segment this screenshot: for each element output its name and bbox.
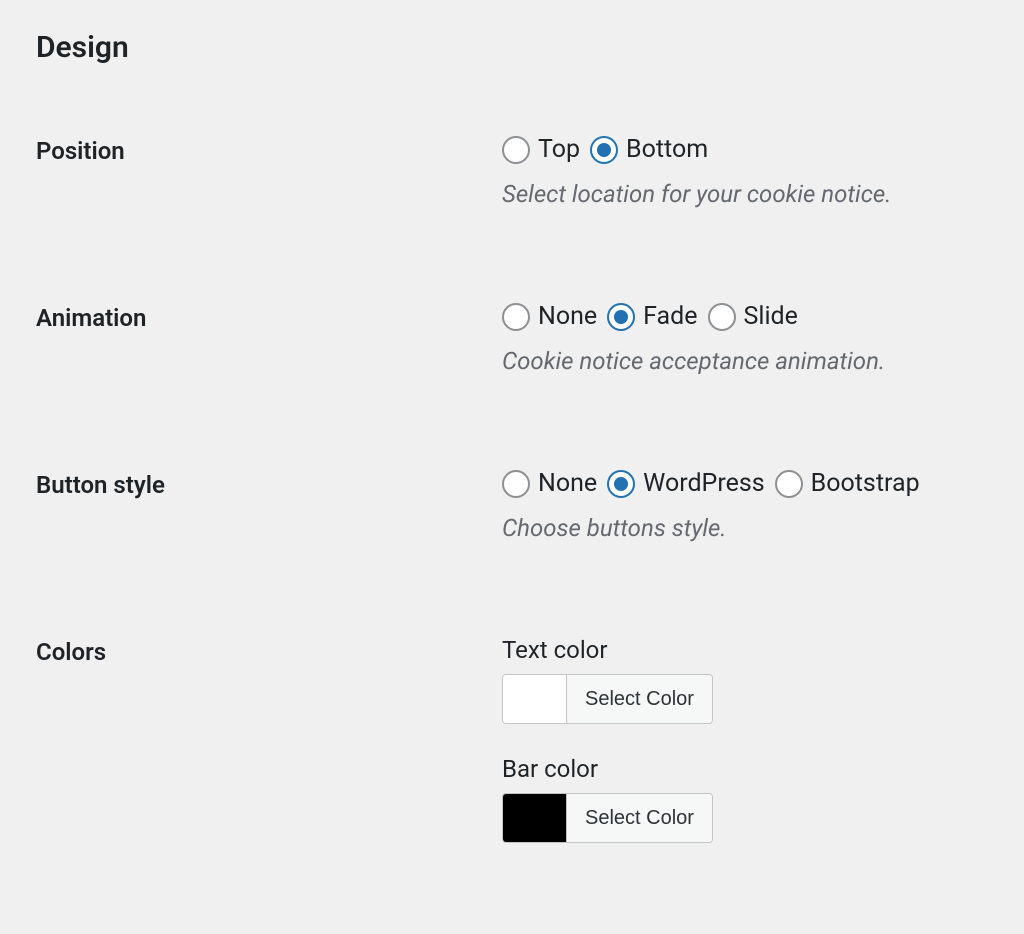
radio-group-position: Top Bottom — [502, 135, 988, 164]
radio-icon — [590, 136, 618, 164]
radio-option-animation-slide[interactable]: Slide — [708, 302, 798, 331]
label-position: Position — [36, 135, 502, 212]
description-animation: Cookie notice acceptance animation. — [502, 343, 988, 379]
radio-option-button-style-bootstrap[interactable]: Bootstrap — [775, 469, 920, 498]
radio-option-position-bottom[interactable]: Bottom — [590, 135, 708, 164]
radio-icon — [502, 470, 530, 498]
description-button-style: Choose buttons style. — [502, 510, 988, 546]
radio-label-top: Top — [538, 135, 580, 164]
content-button-style: None WordPress Bootstrap Choose buttons … — [502, 469, 988, 546]
label-button-style: Button style — [36, 469, 502, 546]
row-animation: Animation None Fade Slide Cookie notice … — [36, 302, 988, 379]
content-animation: None Fade Slide Cookie notice acceptance… — [502, 302, 988, 379]
color-picker-text: Select Color — [502, 674, 713, 724]
color-swatch-text[interactable] — [503, 675, 567, 723]
radio-group-button-style: None WordPress Bootstrap — [502, 469, 988, 498]
content-position: Top Bottom Select location for your cook… — [502, 135, 988, 212]
radio-option-button-style-wordpress[interactable]: WordPress — [607, 469, 764, 498]
select-color-button-bar[interactable]: Select Color — [567, 794, 712, 842]
color-swatch-bar[interactable] — [503, 794, 567, 842]
description-position: Select location for your cookie notice. — [502, 176, 988, 212]
radio-label-slide: Slide — [744, 302, 798, 331]
radio-label-none: None — [538, 469, 597, 498]
radio-label-fade: Fade — [643, 302, 697, 331]
row-button-style: Button style None WordPress Bootstrap Ch… — [36, 469, 988, 546]
radio-option-position-top[interactable]: Top — [502, 135, 580, 164]
content-colors: Text color Select Color Bar color Select… — [502, 636, 988, 874]
row-colors: Colors Text color Select Color Bar color… — [36, 636, 988, 874]
color-field-bar: Bar color Select Color — [502, 755, 988, 846]
radio-group-animation: None Fade Slide — [502, 302, 988, 331]
radio-icon — [607, 303, 635, 331]
bar-color-label: Bar color — [502, 755, 988, 783]
color-field-text: Text color Select Color — [502, 636, 988, 727]
label-animation: Animation — [36, 302, 502, 379]
text-color-label: Text color — [502, 636, 988, 664]
radio-label-bottom: Bottom — [626, 135, 708, 164]
label-colors: Colors — [36, 636, 502, 874]
radio-option-button-style-none[interactable]: None — [502, 469, 597, 498]
radio-icon — [708, 303, 736, 331]
radio-label-wordpress: WordPress — [643, 469, 764, 498]
select-color-button-text[interactable]: Select Color — [567, 675, 712, 723]
radio-label-bootstrap: Bootstrap — [811, 469, 920, 498]
section-title: Design — [36, 30, 988, 65]
radio-option-animation-fade[interactable]: Fade — [607, 302, 697, 331]
radio-icon — [607, 470, 635, 498]
radio-option-animation-none[interactable]: None — [502, 302, 597, 331]
radio-label-none: None — [538, 302, 597, 331]
radio-icon — [502, 303, 530, 331]
color-picker-bar: Select Color — [502, 793, 713, 843]
radio-icon — [775, 470, 803, 498]
row-position: Position Top Bottom Select location for … — [36, 135, 988, 212]
radio-icon — [502, 136, 530, 164]
